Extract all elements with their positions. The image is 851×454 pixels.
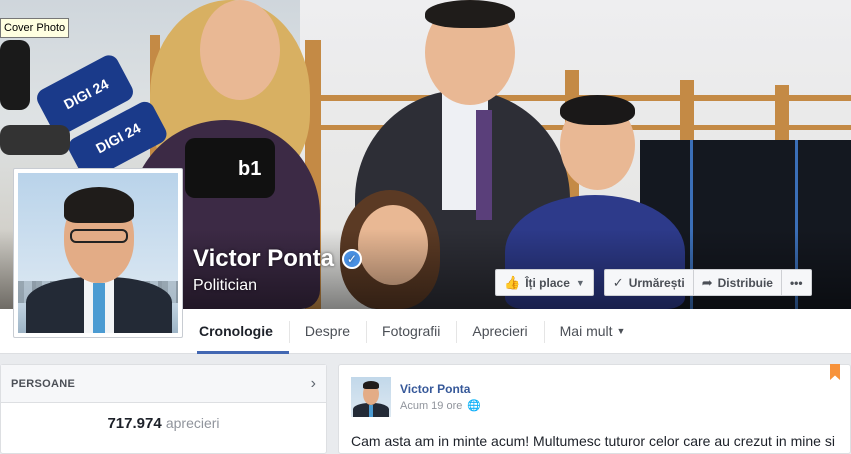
cover-microphone bbox=[185, 138, 275, 198]
timeline-post: Victor Ponta Acum 19 ore 🌐 Cam asta am i… bbox=[338, 364, 851, 454]
chevron-right-icon[interactable]: › bbox=[311, 375, 316, 393]
chevron-down-icon: ▼ bbox=[575, 277, 585, 288]
profile-glasses bbox=[70, 229, 128, 243]
more-options-button[interactable]: ••• bbox=[781, 269, 812, 296]
tab-more[interactable]: Mai mult ▼ bbox=[543, 309, 642, 354]
page-name[interactable]: Victor Ponta ✓ bbox=[193, 245, 362, 273]
dropdown-caret-icon: ▼ bbox=[616, 326, 626, 336]
page-name-text[interactable]: Victor Ponta bbox=[193, 245, 334, 273]
cover-mic-label: b1 bbox=[238, 158, 262, 180]
post-author-name[interactable]: Victor Ponta bbox=[400, 382, 470, 396]
tab-label: Aprecieri bbox=[472, 323, 528, 339]
thumbs-up-icon: 👍 bbox=[504, 274, 521, 290]
tab-timeline[interactable]: Cronologie bbox=[197, 309, 289, 354]
follow-button[interactable]: ✓ Urmărești bbox=[603, 269, 694, 296]
post-time-text[interactable]: Acum 19 ore bbox=[400, 400, 462, 412]
follow-button-label: Urmărești bbox=[628, 275, 685, 290]
cover-microphone bbox=[0, 125, 70, 155]
people-card-title: PERSOANE bbox=[11, 377, 76, 390]
tab-photos[interactable]: Fotografii bbox=[366, 309, 456, 354]
avatar-hair bbox=[363, 381, 379, 389]
avatar-tie bbox=[369, 405, 373, 417]
post-timestamp[interactable]: Acum 19 ore 🌐 bbox=[400, 399, 482, 413]
profile-hair bbox=[64, 187, 134, 223]
people-card-header[interactable]: PERSOANE › bbox=[1, 365, 326, 403]
cover-man-hair bbox=[425, 0, 515, 28]
tab-label: Mai mult bbox=[559, 323, 613, 339]
share-button[interactable]: ➦ Distribuie bbox=[693, 269, 782, 296]
bookmark-icon[interactable] bbox=[830, 364, 840, 380]
share-button-label: Distribuie bbox=[717, 275, 773, 290]
tab-about[interactable]: Despre bbox=[288, 309, 366, 354]
checkmark-icon: ✓ bbox=[612, 274, 624, 290]
verified-badge-icon: ✓ bbox=[341, 249, 362, 269]
cover-man-tie bbox=[476, 110, 492, 220]
profile-tie bbox=[93, 283, 105, 333]
profile-picture[interactable] bbox=[13, 168, 183, 338]
likes-label: aprecieri bbox=[165, 415, 220, 431]
post-text: Cam asta am in minte acum! Multumesc tut… bbox=[351, 433, 835, 449]
people-card: PERSOANE › 717.974 aprecieri bbox=[0, 364, 327, 454]
tab-label: Cronologie bbox=[199, 323, 273, 339]
more-dots-icon: ••• bbox=[789, 275, 803, 290]
likes-count-row: 717.974 aprecieri bbox=[1, 403, 326, 432]
page-actions: 👍 Îți place ▼ ✓ Urmărești ➦ Distribuie •… bbox=[495, 269, 812, 296]
like-button-label: Îți place bbox=[525, 275, 570, 290]
cover-microphone bbox=[0, 40, 30, 110]
tab-likes[interactable]: Aprecieri bbox=[456, 309, 543, 354]
tab-label: Fotografii bbox=[382, 323, 441, 339]
tab-label: Despre bbox=[304, 323, 351, 339]
cover-photo-tooltip: Cover Photo bbox=[0, 18, 70, 38]
likes-count: 717.974 bbox=[107, 415, 162, 432]
cover-woman-face bbox=[200, 0, 280, 100]
profile-picture-image bbox=[18, 173, 178, 333]
globe-icon: 🌐 bbox=[467, 400, 482, 412]
cover-boy-hair bbox=[560, 95, 635, 125]
share-arrow-icon: ➦ bbox=[701, 274, 713, 290]
page-category: Politician bbox=[193, 277, 258, 294]
post-author-avatar[interactable] bbox=[351, 377, 391, 417]
like-button[interactable]: 👍 Îți place ▼ bbox=[495, 269, 594, 296]
